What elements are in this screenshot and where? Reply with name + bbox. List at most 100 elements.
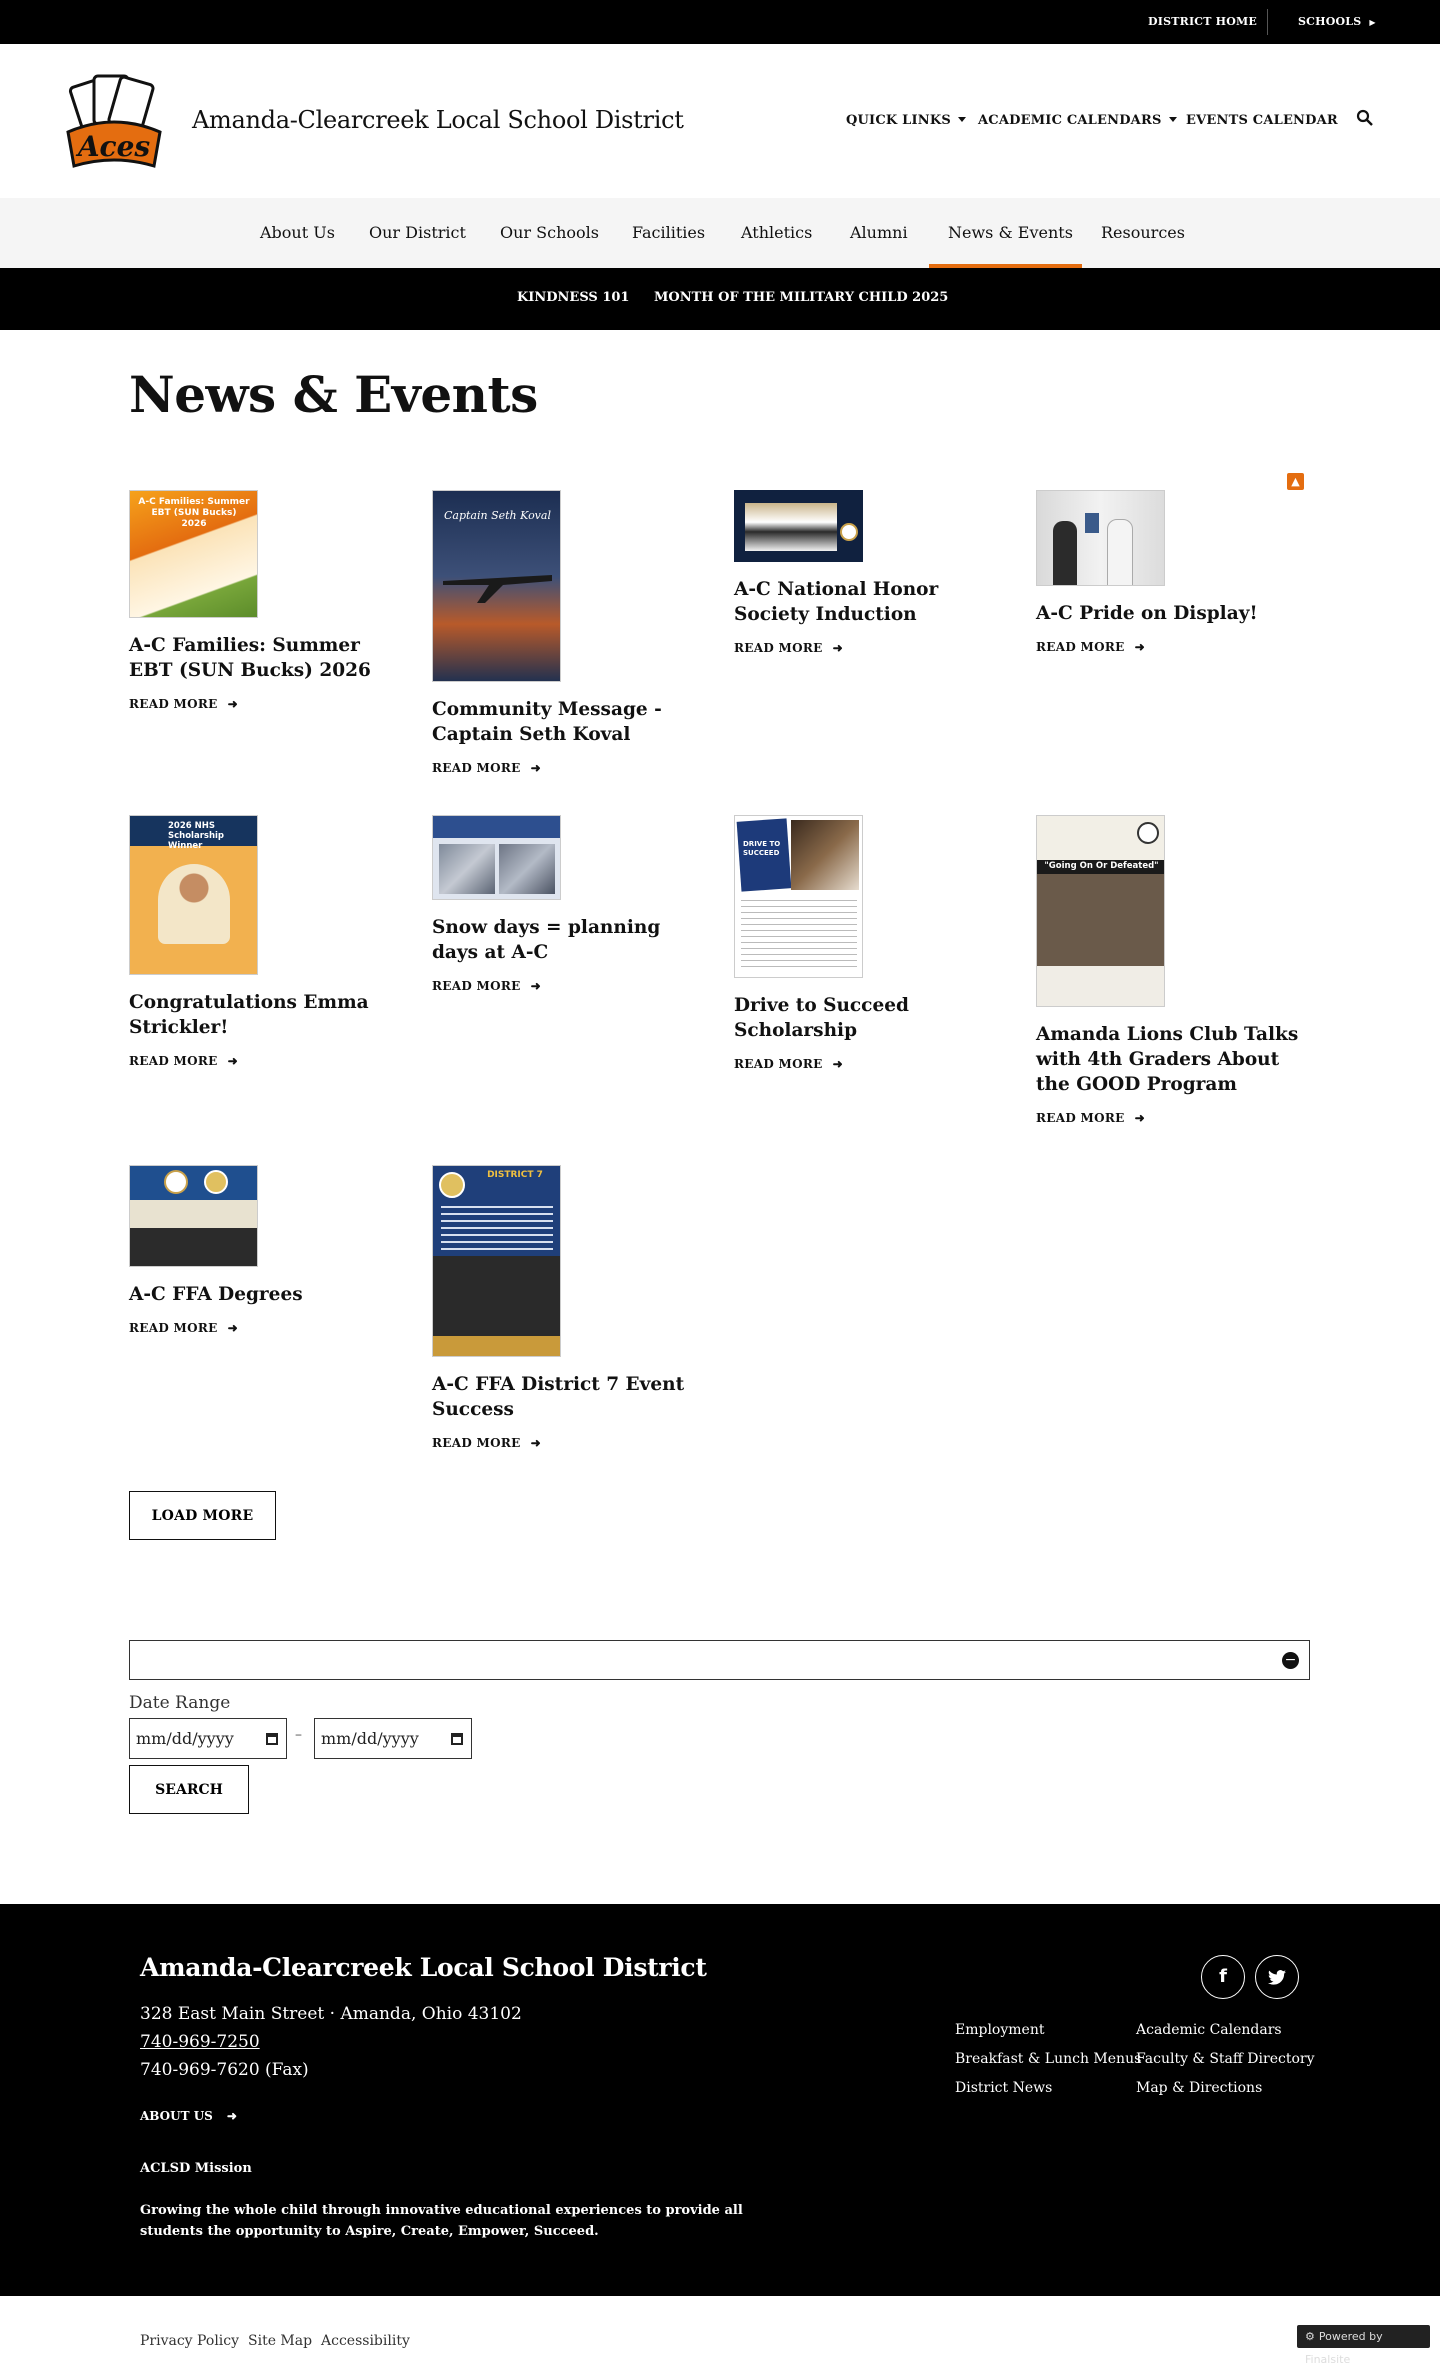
accessibility-link[interactable]: Accessibility (321, 2333, 410, 2349)
district-home-link[interactable]: DISTRICT HOME (1148, 15, 1257, 28)
news-title[interactable]: A-C FFA District 7 Event Success (432, 1372, 702, 1422)
read-more-link[interactable]: READ MORE ➜ (1036, 1111, 1306, 1125)
news-title[interactable]: Amanda Lions Club Talks with 4th Graders… (1036, 1022, 1306, 1097)
read-more-link[interactable]: READ MORE ➜ (734, 1057, 1004, 1071)
read-more-link[interactable]: READ MORE ➜ (432, 1436, 702, 1450)
search-button[interactable]: SEARCH (129, 1765, 249, 1814)
arrow-right-icon: ➜ (530, 761, 541, 775)
nav-item-facilities[interactable]: Facilities (632, 223, 705, 242)
powered-by-badge[interactable]: ⚙ Powered by Finalsite (1297, 2325, 1430, 2366)
site-footer: Amanda-Clearcreek Local School District … (0, 1904, 1440, 2296)
academic-calendars-menu[interactable]: ACADEMIC CALENDARS (978, 113, 1177, 128)
news-title[interactable]: A-C FFA Degrees (129, 1282, 399, 1307)
footer-about-link[interactable]: ABOUT US ➜ (140, 2109, 237, 2123)
arrow-right-icon: ➜ (227, 1054, 238, 1068)
footer-fax: 740-969-7620 (Fax) (140, 2060, 309, 2080)
news-title[interactable]: Congratulations Emma Strickler! (129, 990, 399, 1040)
aces-logo[interactable]: Aces (62, 70, 166, 174)
alert-bell-icon[interactable]: ▲ (1287, 473, 1304, 490)
read-more-link[interactable]: READ MORE ➜ (1036, 640, 1306, 654)
arrow-right-icon: ➜ (832, 1057, 843, 1071)
thumbnail-caption: DRIVE TO SUCCEED (743, 840, 781, 857)
site-map-link[interactable]: Site Map (248, 2333, 312, 2349)
arrow-right-icon: ➜ (1134, 1111, 1145, 1125)
footer-link-academic-calendars[interactable]: Academic Calendars (1136, 2022, 1282, 2038)
honor-society-seal-icon (840, 523, 858, 541)
aircraft-image (443, 575, 552, 603)
site-title[interactable]: Amanda-Clearcreek Local School District (192, 106, 684, 134)
load-more-button[interactable]: LOAD MORE (129, 1491, 276, 1540)
news-thumbnail[interactable]: DISTRICT 7 (432, 1165, 561, 1357)
mission-text: Growing the whole child through innovati… (140, 2203, 743, 2239)
thumbnail-caption: 2026 NHS Scholarship Winner (168, 821, 225, 851)
footer-link-directory[interactable]: Faculty & Staff Directory (1136, 2051, 1314, 2067)
nav-item-our-schools[interactable]: Our Schools (500, 223, 599, 242)
date-range-label: Date Range (129, 1693, 231, 1713)
nav-item-alumni[interactable]: Alumni (850, 223, 908, 242)
news-thumbnail[interactable]: Captain Seth Koval (432, 490, 561, 682)
schools-dropdown[interactable]: SCHOOLS ▶ (1298, 15, 1376, 28)
news-thumbnail[interactable] (1036, 490, 1165, 586)
news-card: A-C National Honor Society Induction REA… (734, 490, 1004, 655)
flyer-text-block (441, 1206, 553, 1252)
read-more-label: READ MORE (129, 697, 218, 711)
flyer-text-block (741, 900, 857, 970)
footer-link-menus[interactable]: Breakfast & Lunch Menus (955, 2051, 1141, 2067)
schools-label: SCHOOLS (1298, 15, 1362, 28)
news-thumbnail[interactable] (432, 815, 561, 900)
read-more-link[interactable]: READ MORE ➜ (129, 697, 399, 711)
news-thumbnail[interactable] (129, 1165, 258, 1267)
calendar-icon[interactable] (451, 1733, 463, 1745)
news-thumbnail[interactable] (734, 490, 863, 562)
collapse-icon[interactable]: − (1282, 1652, 1299, 1669)
start-date-placeholder: mm/dd/yyyy (136, 1729, 234, 1748)
news-title[interactable]: A-C National Honor Society Induction (734, 577, 1004, 627)
subnav-military-child[interactable]: MONTH OF THE MILITARY CHILD 2025 (654, 290, 948, 305)
nav-item-about-us[interactable]: About Us (260, 223, 335, 242)
quick-links-menu[interactable]: QUICK LINKS (846, 113, 966, 128)
chevron-down-icon (957, 117, 966, 122)
nav-item-resources[interactable]: Resources (1101, 223, 1185, 242)
search-icon[interactable] (1356, 109, 1374, 127)
events-calendar-link[interactable]: EVENTS CALENDAR (1186, 113, 1338, 128)
nav-item-news-events[interactable]: News & Events (948, 223, 1073, 242)
news-thumbnail[interactable]: 2026 NHS Scholarship Winner (129, 815, 258, 975)
arrow-right-icon: ➜ (226, 2109, 237, 2123)
facebook-icon[interactable]: f (1201, 1955, 1245, 1999)
footer-link-employment[interactable]: Employment (955, 2022, 1044, 2038)
category-filter-bar[interactable]: − (129, 1640, 1310, 1680)
site-header: Aces Amanda-Clearcreek Local School Dist… (0, 44, 1440, 198)
read-more-link[interactable]: READ MORE ➜ (129, 1321, 399, 1335)
footer-address: 328 East Main Street · Amanda, Ohio 4310… (140, 2004, 522, 2024)
news-title[interactable]: Community Message - Captain Seth Koval (432, 697, 702, 747)
classroom-photo (499, 844, 555, 894)
read-more-link[interactable]: READ MORE ➜ (432, 979, 702, 993)
news-thumbnail[interactable]: "Going On Or Defeated" (1036, 815, 1165, 1007)
read-more-link[interactable]: READ MORE ➜ (734, 641, 1004, 655)
read-more-label: READ MORE (129, 1321, 218, 1335)
footer-phone-link[interactable]: 740-969-7250 (140, 2032, 260, 2052)
read-more-label: READ MORE (734, 1057, 823, 1071)
news-thumbnail[interactable]: DRIVE TO SUCCEED (734, 815, 863, 978)
news-title[interactable]: A-C Families: Summer EBT (SUN Bucks) 202… (129, 633, 399, 683)
news-title[interactable]: Snow days = planning days at A-C (432, 915, 702, 965)
privacy-policy-link[interactable]: Privacy Policy (140, 2333, 239, 2349)
subnav-kindness-101[interactable]: KINDNESS 101 (517, 290, 629, 305)
utility-divider (1267, 9, 1268, 35)
read-more-link[interactable]: READ MORE ➜ (129, 1054, 399, 1068)
nav-item-our-district[interactable]: Our District (369, 223, 466, 242)
footer-link-district-news[interactable]: District News (955, 2080, 1052, 2096)
footer-link-map[interactable]: Map & Directions (1136, 2080, 1262, 2096)
start-date-input[interactable]: mm/dd/yyyy (129, 1718, 287, 1759)
news-title[interactable]: Drive to Succeed Scholarship (734, 993, 1004, 1043)
end-date-input[interactable]: mm/dd/yyyy (314, 1718, 472, 1759)
read-more-link[interactable]: READ MORE ➜ (432, 761, 702, 775)
calendar-icon[interactable] (266, 1733, 278, 1745)
news-card: DRIVE TO SUCCEED Drive to Succeed Schola… (734, 815, 1004, 1071)
twitter-icon[interactable] (1255, 1955, 1299, 1999)
news-title[interactable]: A-C Pride on Display! (1036, 601, 1306, 626)
news-thumbnail[interactable]: A-C Families: Summer EBT (SUN Bucks) 202… (129, 490, 258, 618)
arrow-right-icon: ➜ (832, 641, 843, 655)
footer-title: Amanda-Clearcreek Local School District (140, 1953, 707, 1982)
nav-item-athletics[interactable]: Athletics (741, 223, 812, 242)
